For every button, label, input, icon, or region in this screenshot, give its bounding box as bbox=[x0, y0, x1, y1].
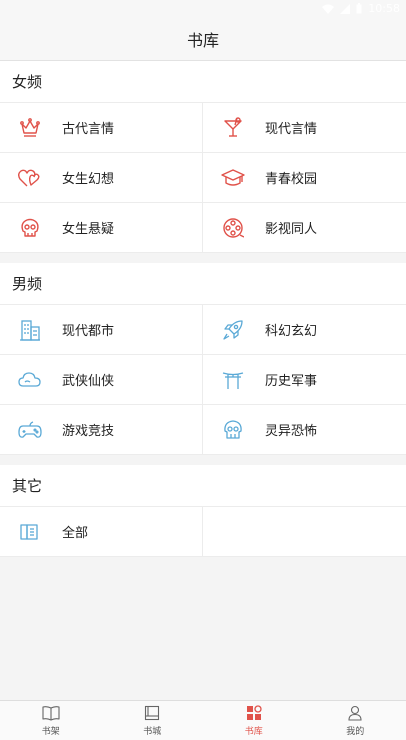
section-female: 女频 古代言情 现代言情 女生幻想 青春校园 女生悬疑 影视同人 bbox=[0, 61, 406, 253]
person-icon bbox=[348, 704, 362, 722]
category-label: 全部 bbox=[62, 526, 89, 541]
crown-icon bbox=[18, 116, 42, 140]
category-lishi-junshi[interactable]: 历史军事 bbox=[203, 355, 406, 405]
page-title: 书库 bbox=[186, 31, 219, 50]
category-kehuan-xuanhuan[interactable]: 科幻玄幻 bbox=[203, 305, 406, 355]
category-wuxia-xianxia[interactable]: 武侠仙侠 bbox=[0, 355, 203, 405]
bookstore-icon bbox=[144, 704, 160, 722]
title-bar: 书库 bbox=[0, 18, 406, 61]
category-label: 影视同人 bbox=[265, 222, 318, 237]
section-title: 女频 bbox=[0, 61, 406, 103]
gate-icon bbox=[221, 368, 245, 392]
category-qingchun-xiaoyuan[interactable]: 青春校园 bbox=[203, 153, 406, 203]
category-label: 现代都市 bbox=[62, 324, 115, 339]
category-label: 游戏竞技 bbox=[62, 424, 115, 439]
category-nvsheng-xuanyi[interactable]: 女生悬疑 bbox=[0, 203, 203, 253]
section-other: 其它 全部 bbox=[0, 465, 406, 557]
tab-bookstore[interactable]: 书城 bbox=[102, 701, 204, 740]
section-male: 男频 现代都市 科幻玄幻 武侠仙侠 历史军事 游戏竞技 灵异恐怖 bbox=[0, 263, 406, 455]
cocktail-icon bbox=[221, 116, 245, 140]
category-xiandai-dushi[interactable]: 现代都市 bbox=[0, 305, 203, 355]
bottom-tab-bar: 书架 书城 书库 我的 bbox=[0, 700, 406, 740]
empty-cell bbox=[203, 507, 406, 557]
tab-label: 我的 bbox=[346, 727, 365, 737]
signal-icon bbox=[340, 3, 351, 14]
status-time: 10:58 bbox=[368, 2, 400, 15]
section-divider bbox=[0, 253, 406, 263]
film-reel-icon bbox=[221, 216, 245, 240]
wifi-icon bbox=[322, 4, 335, 14]
category-label: 现代言情 bbox=[265, 122, 318, 137]
gamepad-icon bbox=[18, 418, 42, 442]
category-label: 古代言情 bbox=[62, 122, 115, 137]
category-xiandai-yanqing[interactable]: 现代言情 bbox=[203, 103, 406, 153]
graduation-cap-icon bbox=[221, 166, 245, 190]
tab-label: 书架 bbox=[41, 727, 60, 737]
tab-library[interactable]: 书库 bbox=[203, 701, 305, 740]
section-divider bbox=[0, 455, 406, 465]
skull-icon bbox=[18, 216, 42, 240]
section-title: 其它 bbox=[0, 465, 406, 507]
category-list: 女频 古代言情 现代言情 女生幻想 青春校园 女生悬疑 影视同人 男频 现代都市… bbox=[0, 61, 406, 557]
category-label: 科幻玄幻 bbox=[265, 324, 318, 339]
category-lingyi-kongbu[interactable]: 灵异恐怖 bbox=[203, 405, 406, 455]
category-label: 女生幻想 bbox=[62, 172, 115, 187]
ghost-skull-icon bbox=[221, 418, 245, 442]
category-gudai-yanqing[interactable]: 古代言情 bbox=[0, 103, 203, 153]
battery-icon bbox=[356, 3, 362, 14]
category-label: 女生悬疑 bbox=[62, 222, 115, 237]
category-label: 历史军事 bbox=[265, 374, 318, 389]
category-yingshi-tongren[interactable]: 影视同人 bbox=[203, 203, 406, 253]
category-label: 武侠仙侠 bbox=[62, 374, 115, 389]
status-bar: 10:58 bbox=[0, 0, 406, 18]
tab-profile[interactable]: 我的 bbox=[305, 701, 406, 740]
category-label: 灵异恐怖 bbox=[265, 424, 318, 439]
library-grid-icon bbox=[246, 704, 262, 722]
cloud-icon bbox=[18, 368, 42, 392]
category-youxi-jingji[interactable]: 游戏竞技 bbox=[0, 405, 203, 455]
section-title: 男频 bbox=[0, 263, 406, 305]
category-label: 青春校园 bbox=[265, 172, 318, 187]
city-buildings-icon bbox=[18, 318, 42, 342]
tab-bookshelf[interactable]: 书架 bbox=[0, 701, 102, 740]
category-all[interactable]: 全部 bbox=[0, 507, 203, 557]
rocket-icon bbox=[221, 318, 245, 342]
tab-label: 书库 bbox=[244, 727, 263, 737]
hearts-icon bbox=[18, 166, 42, 190]
books-icon bbox=[18, 520, 42, 544]
open-book-icon bbox=[42, 704, 60, 722]
tab-label: 书城 bbox=[143, 727, 162, 737]
category-nvsheng-huanxiang[interactable]: 女生幻想 bbox=[0, 153, 203, 203]
